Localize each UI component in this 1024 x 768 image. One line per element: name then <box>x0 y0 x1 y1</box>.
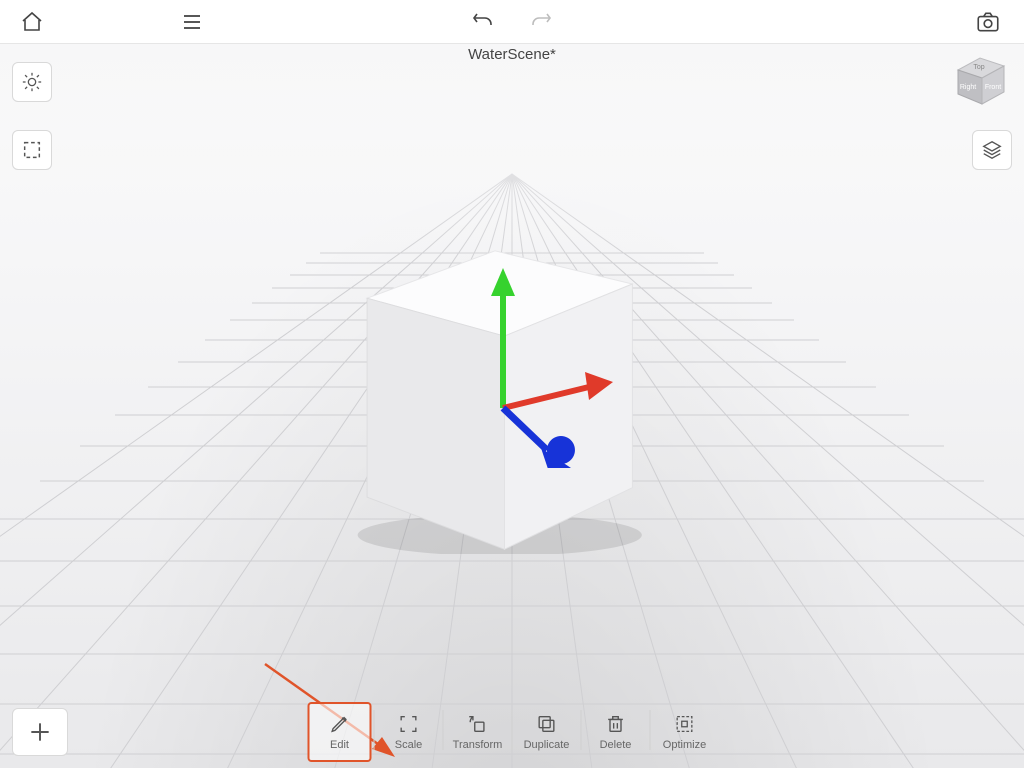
pencil-icon <box>329 713 351 735</box>
separator <box>512 710 513 750</box>
tool-edit[interactable]: Edit <box>308 702 372 762</box>
tool-delete-label: Delete <box>600 739 632 751</box>
tool-scale[interactable]: Scale <box>377 702 441 762</box>
sun-icon <box>21 71 43 93</box>
top-bar <box>0 0 1024 44</box>
duplicate-icon <box>536 713 558 735</box>
optimize-icon <box>674 713 696 735</box>
viewport-3d[interactable] <box>0 44 1024 768</box>
home-button[interactable] <box>12 2 52 42</box>
bottom-toolbar: Edit Scale Transform Duplicate Delete <box>308 702 717 762</box>
hamburger-icon <box>180 10 204 34</box>
menu-button[interactable] <box>172 2 212 42</box>
undo-button[interactable] <box>463 2 503 42</box>
frame-selection-button[interactable] <box>12 130 52 170</box>
add-object-button[interactable] <box>12 708 68 756</box>
tool-delete[interactable]: Delete <box>584 702 648 762</box>
scene-title: WaterScene* <box>0 46 1024 63</box>
trash-icon <box>605 713 627 735</box>
tool-transform-label: Transform <box>453 739 503 751</box>
frame-icon <box>21 139 43 161</box>
layers-icon <box>981 139 1003 161</box>
tool-optimize-label: Optimize <box>663 739 706 751</box>
tool-optimize[interactable]: Optimize <box>653 702 717 762</box>
tool-transform[interactable]: Transform <box>446 702 510 762</box>
viewcube-right-label: Right <box>960 84 976 91</box>
tool-duplicate[interactable]: Duplicate <box>515 702 579 762</box>
viewcube-front-label: Front <box>985 84 1001 91</box>
plus-icon <box>27 719 53 745</box>
camera-icon <box>975 9 1001 35</box>
home-icon <box>20 10 44 34</box>
tool-edit-label: Edit <box>330 739 349 751</box>
camera-button[interactable] <box>968 2 1008 42</box>
separator <box>374 710 375 750</box>
scale-icon <box>398 713 420 735</box>
floor-grid <box>0 44 1024 768</box>
separator <box>581 710 582 750</box>
separator <box>650 710 651 750</box>
undo-icon <box>471 10 495 34</box>
redo-button[interactable] <box>521 2 561 42</box>
redo-icon <box>529 10 553 34</box>
separator <box>443 710 444 750</box>
tool-scale-label: Scale <box>395 739 423 751</box>
transform-icon <box>467 713 489 735</box>
viewcube-top-label: Top <box>973 64 984 71</box>
layers-button[interactable] <box>972 130 1012 170</box>
tool-duplicate-label: Duplicate <box>524 739 570 751</box>
lighting-button[interactable] <box>12 62 52 102</box>
